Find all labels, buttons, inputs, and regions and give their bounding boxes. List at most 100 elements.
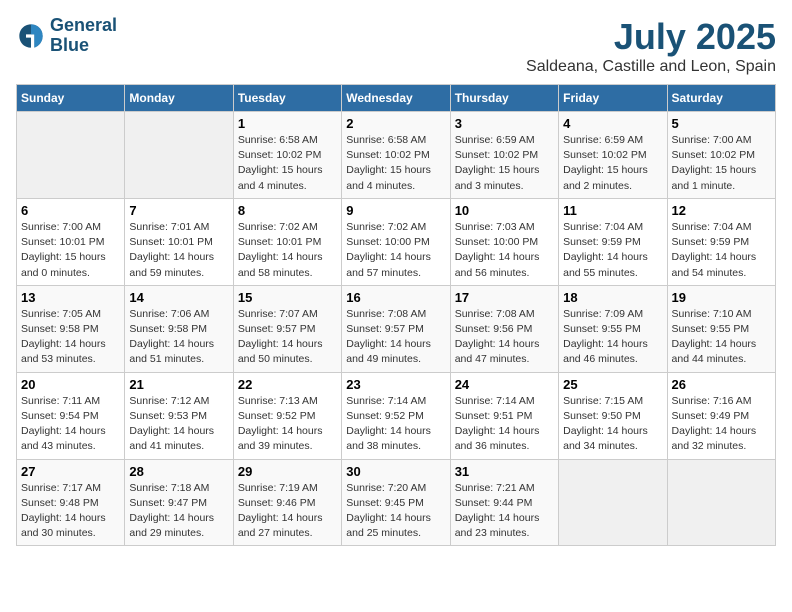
day-number: 27 <box>21 464 120 479</box>
day-number: 3 <box>455 116 554 131</box>
calendar-day-cell: 30 Sunrise: 7:20 AMSunset: 9:45 PMDayligh… <box>342 459 450 546</box>
day-number: 21 <box>129 377 228 392</box>
weekday-header-saturday: Saturday <box>667 85 775 112</box>
day-number: 10 <box>455 203 554 218</box>
day-number: 5 <box>672 116 771 131</box>
calendar-week-row: 20 Sunrise: 7:11 AMSunset: 9:54 PMDayligh… <box>17 372 776 459</box>
day-number: 2 <box>346 116 445 131</box>
day-info: Sunrise: 7:10 AMSunset: 9:55 PMDaylight:… <box>672 307 771 368</box>
calendar-day-cell: 2Sunrise: 6:58 AMSunset: 10:02 PMDayligh… <box>342 112 450 199</box>
page-header: General Blue July 2025 Saldeana, Castill… <box>16 16 776 76</box>
day-number: 22 <box>238 377 337 392</box>
day-number: 26 <box>672 377 771 392</box>
calendar-day-cell: 25 Sunrise: 7:15 AMSunset: 9:50 PMDayligh… <box>559 372 667 459</box>
day-number: 7 <box>129 203 228 218</box>
title-area: July 2025 Saldeana, Castille and Leon, S… <box>526 16 776 76</box>
day-number: 25 <box>563 377 662 392</box>
calendar-day-cell: 8Sunrise: 7:02 AMSunset: 10:01 PMDayligh… <box>233 198 341 285</box>
day-number: 13 <box>21 290 120 305</box>
weekday-header-sunday: Sunday <box>17 85 125 112</box>
calendar-day-cell: 21 Sunrise: 7:12 AMSunset: 9:53 PMDayligh… <box>125 372 233 459</box>
calendar-day-cell: 19 Sunrise: 7:10 AMSunset: 9:55 PMDayligh… <box>667 285 775 372</box>
day-info: Sunrise: 7:03 AMSunset: 10:00 PMDaylight… <box>455 220 554 281</box>
day-number: 29 <box>238 464 337 479</box>
day-info: Sunrise: 7:07 AMSunset: 9:57 PMDaylight:… <box>238 307 337 368</box>
day-number: 16 <box>346 290 445 305</box>
location-title: Saldeana, Castille and Leon, Spain <box>526 58 776 76</box>
day-info: Sunrise: 7:12 AMSunset: 9:53 PMDaylight:… <box>129 394 228 455</box>
day-info: Sunrise: 7:08 AMSunset: 9:56 PMDaylight:… <box>455 307 554 368</box>
day-info: Sunrise: 7:17 AMSunset: 9:48 PMDaylight:… <box>21 481 120 542</box>
logo-text: General Blue <box>50 16 117 56</box>
day-info: Sunrise: 7:19 AMSunset: 9:46 PMDaylight:… <box>238 481 337 542</box>
calendar-day-cell: 10 Sunrise: 7:03 AMSunset: 10:00 PMDaylig… <box>450 198 558 285</box>
calendar-day-cell: 16 Sunrise: 7:08 AMSunset: 9:57 PMDayligh… <box>342 285 450 372</box>
day-number: 12 <box>672 203 771 218</box>
logo-icon <box>16 21 46 51</box>
day-info: Sunrise: 7:01 AMSunset: 10:01 PMDaylight… <box>129 220 228 281</box>
day-info: Sunrise: 7:14 AMSunset: 9:52 PMDaylight:… <box>346 394 445 455</box>
calendar-day-cell: 23 Sunrise: 7:14 AMSunset: 9:52 PMDayligh… <box>342 372 450 459</box>
day-info: Sunrise: 7:15 AMSunset: 9:50 PMDaylight:… <box>563 394 662 455</box>
calendar-day-cell: 28 Sunrise: 7:18 AMSunset: 9:47 PMDayligh… <box>125 459 233 546</box>
day-info: Sunrise: 7:20 AMSunset: 9:45 PMDaylight:… <box>346 481 445 542</box>
calendar-day-cell <box>667 459 775 546</box>
calendar-day-cell: 18 Sunrise: 7:09 AMSunset: 9:55 PMDayligh… <box>559 285 667 372</box>
day-number: 18 <box>563 290 662 305</box>
day-number: 30 <box>346 464 445 479</box>
day-number: 17 <box>455 290 554 305</box>
day-number: 6 <box>21 203 120 218</box>
day-info: Sunrise: 7:21 AMSunset: 9:44 PMDaylight:… <box>455 481 554 542</box>
calendar-week-row: 6 Sunrise: 7:00 AMSunset: 10:01 PMDayligh… <box>17 198 776 285</box>
calendar-day-cell: 26 Sunrise: 7:16 AMSunset: 9:49 PMDayligh… <box>667 372 775 459</box>
calendar-day-cell: 22Sunrise: 7:13 AMSunset: 9:52 PMDayligh… <box>233 372 341 459</box>
logo: General Blue <box>16 16 117 56</box>
month-title: July 2025 <box>526 16 776 58</box>
calendar-day-cell: 17 Sunrise: 7:08 AMSunset: 9:56 PMDayligh… <box>450 285 558 372</box>
day-number: 11 <box>563 203 662 218</box>
calendar-day-cell: 6 Sunrise: 7:00 AMSunset: 10:01 PMDayligh… <box>17 198 125 285</box>
day-number: 19 <box>672 290 771 305</box>
weekday-header-thursday: Thursday <box>450 85 558 112</box>
day-info: Sunrise: 6:59 AMSunset: 10:02 PMDaylight… <box>563 133 662 194</box>
day-info: Sunrise: 7:18 AMSunset: 9:47 PMDaylight:… <box>129 481 228 542</box>
day-info: Sunrise: 7:06 AMSunset: 9:58 PMDaylight:… <box>129 307 228 368</box>
day-info: Sunrise: 7:11 AMSunset: 9:54 PMDaylight:… <box>21 394 120 455</box>
calendar-day-cell: 12 Sunrise: 7:04 AMSunset: 9:59 PMDayligh… <box>667 198 775 285</box>
logo-line1: General <box>50 16 117 36</box>
day-number: 8 <box>238 203 337 218</box>
day-info: Sunrise: 7:16 AMSunset: 9:49 PMDaylight:… <box>672 394 771 455</box>
day-number: 28 <box>129 464 228 479</box>
calendar-day-cell: 11 Sunrise: 7:04 AMSunset: 9:59 PMDayligh… <box>559 198 667 285</box>
calendar-day-cell <box>17 112 125 199</box>
day-number: 4 <box>563 116 662 131</box>
calendar-day-cell: 14Sunrise: 7:06 AMSunset: 9:58 PMDayligh… <box>125 285 233 372</box>
logo-line2: Blue <box>50 36 117 56</box>
day-number: 15 <box>238 290 337 305</box>
calendar-day-cell: 3 Sunrise: 6:59 AMSunset: 10:02 PMDayligh… <box>450 112 558 199</box>
day-info: Sunrise: 7:00 AMSunset: 10:01 PMDaylight… <box>21 220 120 281</box>
day-info: Sunrise: 7:09 AMSunset: 9:55 PMDaylight:… <box>563 307 662 368</box>
calendar-week-row: 27 Sunrise: 7:17 AMSunset: 9:48 PMDayligh… <box>17 459 776 546</box>
weekday-header-tuesday: Tuesday <box>233 85 341 112</box>
day-info: Sunrise: 7:04 AMSunset: 9:59 PMDaylight:… <box>672 220 771 281</box>
calendar-day-cell: 24Sunrise: 7:14 AMSunset: 9:51 PMDayligh… <box>450 372 558 459</box>
day-info: Sunrise: 7:05 AMSunset: 9:58 PMDaylight:… <box>21 307 120 368</box>
day-info: Sunrise: 6:58 AMSunset: 10:02 PMDaylight… <box>238 133 337 194</box>
calendar-day-cell: 4 Sunrise: 6:59 AMSunset: 10:02 PMDayligh… <box>559 112 667 199</box>
calendar-day-cell: 27 Sunrise: 7:17 AMSunset: 9:48 PMDayligh… <box>17 459 125 546</box>
day-number: 1 <box>238 116 337 131</box>
calendar-day-cell: 31Sunrise: 7:21 AMSunset: 9:44 PMDayligh… <box>450 459 558 546</box>
weekday-header-wednesday: Wednesday <box>342 85 450 112</box>
day-number: 23 <box>346 377 445 392</box>
calendar-day-cell: 13 Sunrise: 7:05 AMSunset: 9:58 PMDayligh… <box>17 285 125 372</box>
day-info: Sunrise: 7:04 AMSunset: 9:59 PMDaylight:… <box>563 220 662 281</box>
day-number: 20 <box>21 377 120 392</box>
day-info: Sunrise: 6:59 AMSunset: 10:02 PMDaylight… <box>455 133 554 194</box>
calendar-day-cell: 29 Sunrise: 7:19 AMSunset: 9:46 PMDayligh… <box>233 459 341 546</box>
day-info: Sunrise: 7:14 AMSunset: 9:51 PMDaylight:… <box>455 394 554 455</box>
calendar-day-cell <box>125 112 233 199</box>
calendar-day-cell: 15 Sunrise: 7:07 AMSunset: 9:57 PMDayligh… <box>233 285 341 372</box>
day-info: Sunrise: 7:08 AMSunset: 9:57 PMDaylight:… <box>346 307 445 368</box>
weekday-header-monday: Monday <box>125 85 233 112</box>
